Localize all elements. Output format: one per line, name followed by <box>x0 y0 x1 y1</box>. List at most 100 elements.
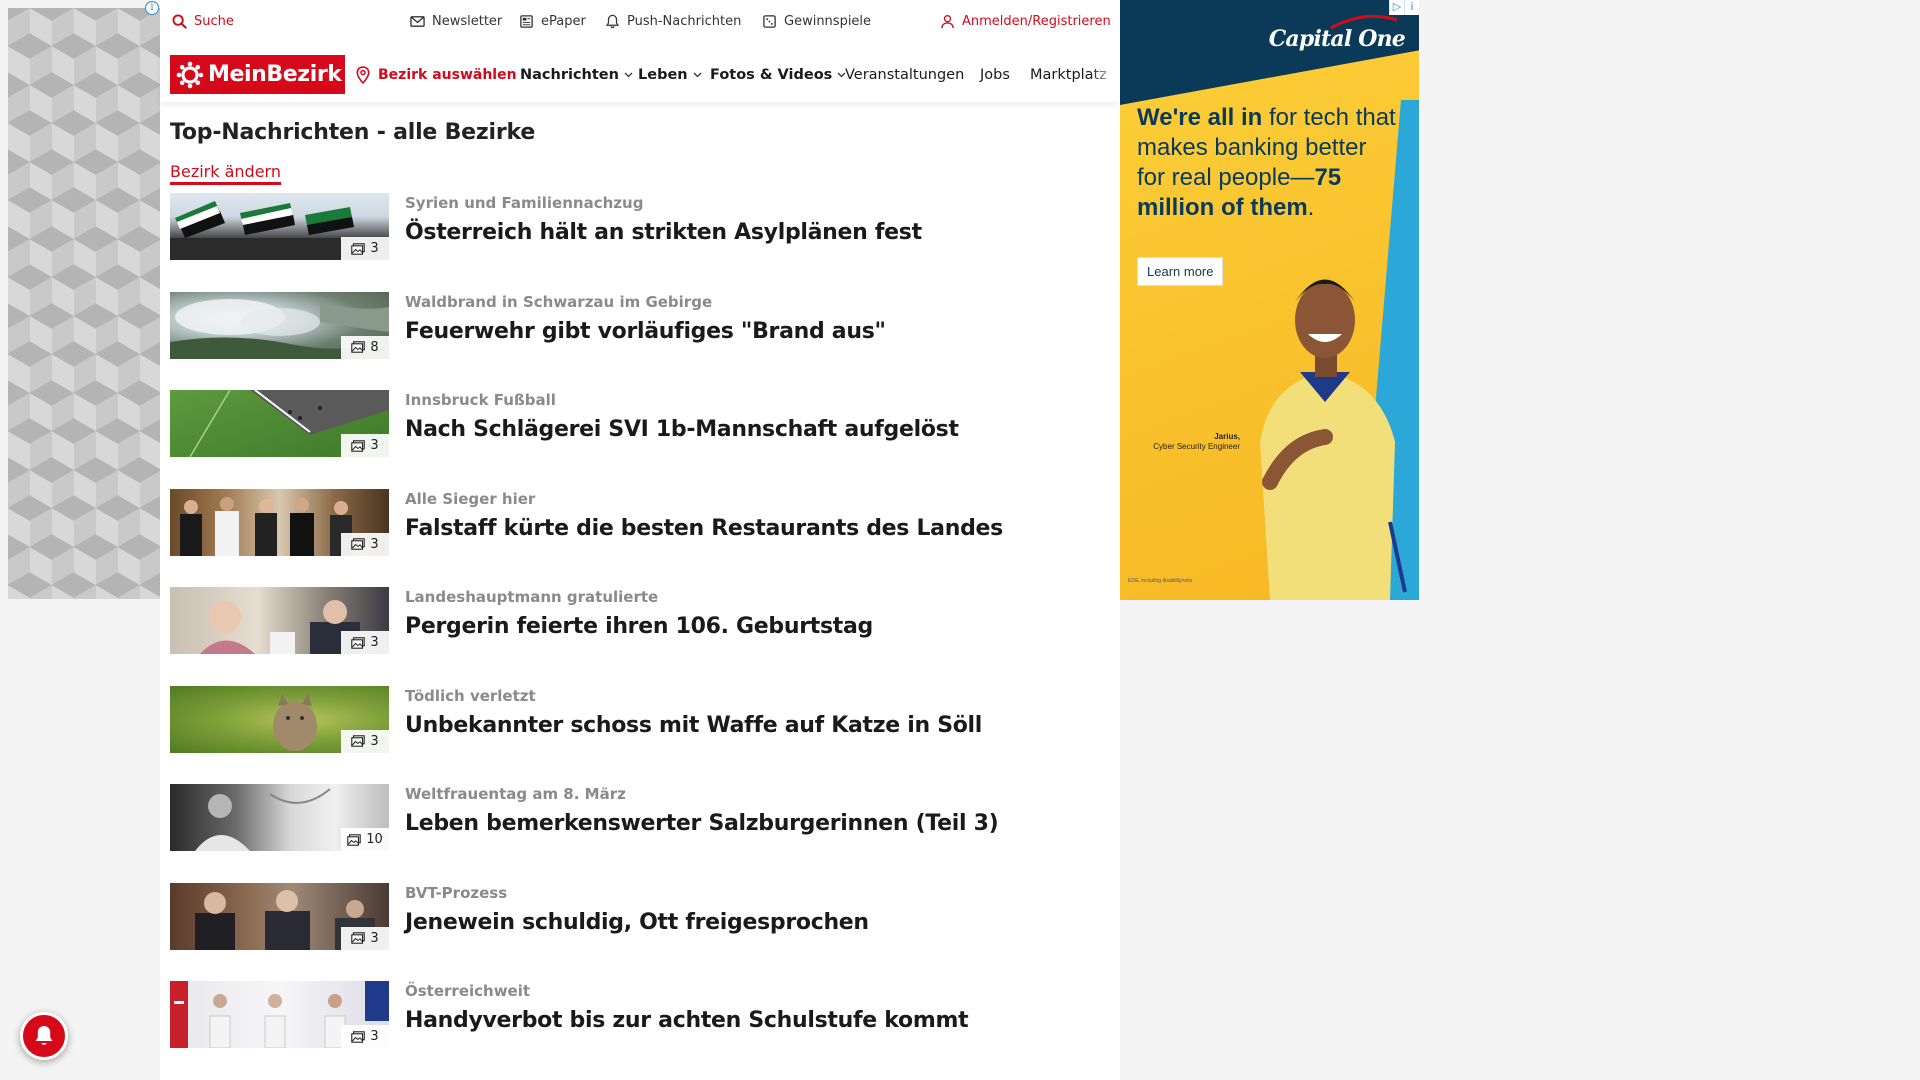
image-icon <box>351 636 366 649</box>
ad-info-icon[interactable]: i <box>145 1 159 15</box>
article-kicker: BVT-Prozess <box>405 883 508 902</box>
bezirk-change-link[interactable]: Bezirk ändern <box>170 162 281 185</box>
article-thumbnail[interactable]: 3 <box>170 390 389 457</box>
nav-scroll-fade <box>1090 46 1120 102</box>
article-kicker: Waldbrand in Schwarzau im Gebirge <box>405 292 713 311</box>
article-headline[interactable]: Nach Schlägerei SVI 1b-Mannschaft aufgel… <box>405 417 959 442</box>
bell-icon <box>35 1026 53 1045</box>
photo-count-badge: 3 <box>341 1025 389 1048</box>
newsletter-label: Newsletter <box>432 14 503 29</box>
ad-learn-more-button[interactable]: Learn more <box>1137 257 1224 286</box>
mail-icon <box>410 16 425 27</box>
article-headline[interactable]: Falstaff kürte die besten Restaurants de… <box>405 516 1003 541</box>
epaper-label: ePaper <box>541 14 586 29</box>
article-item[interactable]: 3 Landeshauptmann gratulierte Pergerin f… <box>170 587 1110 686</box>
article-item[interactable]: 8 Waldbrand in Schwarzau im Gebirge Feue… <box>170 291 1110 391</box>
article-thumbnail[interactable]: 3 <box>170 685 389 753</box>
article-thumbnail[interactable]: 3 <box>170 587 389 654</box>
user-icon <box>941 15 954 29</box>
article-kicker: Österreichweit <box>405 982 531 1000</box>
article-item[interactable]: 3 Syrien und Familiennachzug Österreich … <box>170 193 1110 292</box>
ad-choices[interactable]: ▷ i <box>1389 0 1419 15</box>
photo-count: 3 <box>370 536 379 552</box>
photo-count: 3 <box>370 733 379 749</box>
article-item[interactable]: 3 Innsbruck Fußball Nach Schlägerei SVI … <box>170 390 1110 489</box>
photo-count: 3 <box>370 1029 379 1044</box>
chevron-down-icon <box>624 72 633 78</box>
search-link[interactable]: Suche <box>172 14 234 29</box>
article-headline[interactable]: Leben bemerkenswerter Salzburgerinnen (T… <box>405 811 999 836</box>
ad-caption-name: Jarius, <box>1214 432 1240 441</box>
push-notification-button[interactable] <box>20 1012 68 1060</box>
page-title: Top-Nachrichten - alle Bezirke <box>170 120 536 145</box>
article-thumbnail[interactable]: 8 <box>170 291 389 359</box>
push-link[interactable]: Push-Nachrichten <box>605 14 741 29</box>
nav-item-label: Fotos & Videos <box>710 67 833 83</box>
article-headline[interactable]: Österreich hält an strikten Asylplänen f… <box>405 220 922 245</box>
photo-count-badge: 8 <box>341 335 389 359</box>
article-item[interactable]: 10 Weltfrauentag am 8. März Leben bemerk… <box>170 784 1110 883</box>
article-headline[interactable]: Handyverbot bis zur achten Schulstufe ko… <box>405 1008 969 1033</box>
article-thumbnail[interactable]: 3 <box>170 981 389 1048</box>
article-kicker: Landeshauptmann gratulierte <box>405 588 659 606</box>
photo-count-badge: 10 <box>341 828 389 851</box>
ad-person-image <box>1260 279 1407 600</box>
gewinnspiele-link[interactable]: Gewinnspiele <box>762 14 871 29</box>
article-kicker: Alle Sieger hier <box>405 489 536 508</box>
article-item[interactable]: 3 BVT-Prozess Jenewein schuldig, Ott fre… <box>170 882 1110 982</box>
nav-item-nachrichten[interactable]: Nachrichten <box>520 67 633 83</box>
article-headline[interactable]: Unbekannter schoss mit Waffe auf Katze i… <box>405 713 982 738</box>
left-ad-skin[interactable] <box>8 8 160 599</box>
image-icon <box>351 439 366 452</box>
photo-count: 10 <box>366 832 383 847</box>
search-label: Suche <box>194 14 234 29</box>
push-label: Push-Nachrichten <box>627 14 742 29</box>
article-kicker: Syrien und Familiennachzug <box>405 194 644 212</box>
article-thumbnail[interactable]: 3 <box>170 488 389 556</box>
article-thumbnail[interactable]: 10 <box>170 784 389 851</box>
photo-count-badge: 3 <box>341 434 389 457</box>
nav-item-fotos-videos[interactable]: Fotos & Videos <box>710 67 846 83</box>
article-headline[interactable]: Pergerin feierte ihren 106. Geburtstag <box>405 614 873 639</box>
ad-caption-role: Cyber Security Engineer <box>1153 442 1240 451</box>
article-headline[interactable]: Feuerwehr gibt vorläufiges "Brand aus" <box>405 319 886 344</box>
nav-item-label: Leben <box>638 67 688 83</box>
photo-count-badge: 3 <box>341 631 389 654</box>
nav-item-jobs[interactable]: Jobs <box>980 67 1010 83</box>
search-icon <box>172 14 187 29</box>
ad-brand-logo: Capital One <box>1268 26 1406 52</box>
article-thumbnail[interactable]: 3 <box>170 193 389 260</box>
photo-count: 8 <box>370 339 379 355</box>
login-link[interactable]: Anmelden/Registrieren <box>940 14 1111 29</box>
article-item[interactable]: 3 Österreichweit Handyverbot bis zur ach… <box>170 981 1110 1080</box>
epaper-link[interactable]: ePaper <box>519 14 586 29</box>
main-column: Suche Newsletter ePaper Push-Nachrichten… <box>160 0 1120 1080</box>
article-item[interactable]: 3 Tödlich verletzt Unbekannter schoss mi… <box>170 685 1110 785</box>
image-icon <box>351 341 366 353</box>
login-label: Anmelden/Registrieren <box>962 14 1111 29</box>
bezirk-select-label: Bezirk auswählen <box>378 67 517 83</box>
nav-item-leben[interactable]: Leben <box>638 67 702 83</box>
ad-headline: We're all in for tech that makes banking… <box>1137 103 1397 223</box>
newsletter-link[interactable]: Newsletter <box>410 14 502 29</box>
nav-item-veranstaltungen[interactable]: Veranstaltungen <box>845 67 964 83</box>
image-icon <box>351 242 366 255</box>
nav-item-label: Jobs <box>980 67 1010 83</box>
photo-count: 3 <box>370 241 379 256</box>
image-icon <box>351 1030 366 1043</box>
nav-item-label: Nachrichten <box>520 67 619 83</box>
main-navigation: MeinBezirk Bezirk auswählen Nachrichten … <box>160 46 1120 102</box>
bell-icon <box>605 14 620 29</box>
bezirk-select-button[interactable]: Bezirk auswählen <box>356 66 517 84</box>
article-thumbnail[interactable]: 3 <box>170 882 389 950</box>
photo-count: 3 <box>370 438 379 453</box>
article-headline[interactable]: Jenewein schuldig, Ott freigesprochen <box>405 910 869 935</box>
article-list: 3 Syrien und Familiennachzug Österreich … <box>170 193 1110 1080</box>
ad-choices-icon[interactable]: ▷ <box>1389 0 1404 15</box>
site-logo[interactable]: MeinBezirk <box>170 55 345 94</box>
article-item[interactable]: 3 Alle Sieger hier Falstaff kürte die be… <box>170 488 1110 588</box>
utility-bar: Suche Newsletter ePaper Push-Nachrichten… <box>160 0 1120 46</box>
location-pin-icon <box>356 66 370 84</box>
right-ad-banner[interactable]: Capital One We're all in for tech that m… <box>1120 0 1419 600</box>
ad-info-icon[interactable]: i <box>1404 0 1419 15</box>
